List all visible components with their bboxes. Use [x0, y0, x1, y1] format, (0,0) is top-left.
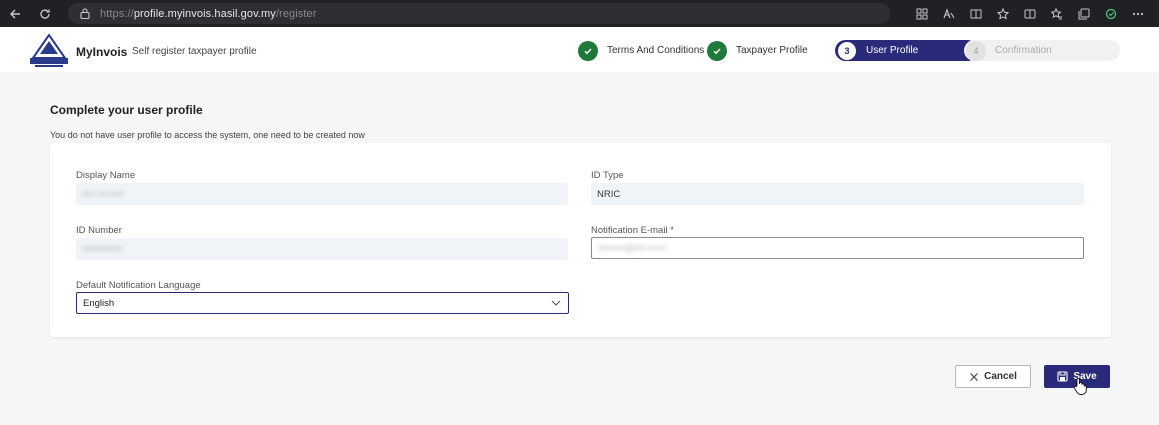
chevron-down-icon [551, 300, 561, 306]
step-taxpayer-profile: Taxpayer Profile [707, 40, 808, 61]
lock-icon [78, 7, 92, 21]
extension-icon[interactable] [1097, 0, 1124, 27]
close-icon [970, 372, 979, 381]
page-subtitle: Self register taxpayer profile [132, 46, 257, 57]
id-number-label: ID Number [76, 225, 122, 236]
check-icon [578, 40, 598, 61]
notification-email-label: Notification E-mail * [591, 225, 674, 236]
step-user-profile: 3 User Profile [835, 40, 979, 61]
url-text: https://profile.myinvois.hasil.gov.my/re… [100, 8, 317, 20]
step-label: Terms And Conditions [607, 45, 705, 56]
url-scheme: https:// [100, 7, 134, 20]
url-host: profile.myinvois.hasil.gov.my [133, 7, 276, 20]
favorites-icon[interactable] [1043, 0, 1070, 27]
default-language-select[interactable]: English [76, 292, 569, 314]
address-bar[interactable]: https://profile.myinvois.hasil.gov.my/re… [68, 3, 890, 24]
id-number-field: •••••••••••• [76, 238, 568, 260]
step-label: Confirmation [995, 45, 1052, 56]
step-terms-and-conditions: Terms And Conditions [578, 40, 704, 61]
step-label: User Profile [866, 45, 919, 56]
id-number-value: •••••••••••• [82, 243, 122, 255]
cancel-label: Cancel [984, 371, 1017, 382]
browser-extension-icons [908, 0, 1151, 27]
id-type-value: NRIC [597, 188, 621, 200]
url-path: /register [275, 7, 317, 20]
collections-icon[interactable] [1070, 0, 1097, 27]
notification-email-input[interactable]: ••••••••@•••.•••.•• [591, 237, 1084, 259]
display-name-field: •••• ••• •••• [76, 183, 568, 205]
step-confirmation: 4 Confirmation [964, 40, 1120, 61]
id-type-label: ID Type [591, 170, 624, 181]
save-disk-icon [1057, 371, 1068, 382]
lhdn-logo [28, 33, 70, 68]
default-language-label: Default Notification Language [76, 280, 201, 291]
step-number: 4 [966, 40, 986, 61]
favorite-star-icon[interactable] [989, 0, 1016, 27]
id-type-field: NRIC [591, 183, 1084, 205]
display-name-value: •••• ••• •••• [82, 188, 124, 200]
read-aloud-icon[interactable] [935, 0, 962, 27]
display-name-label: Display Name [76, 170, 136, 181]
more-options-icon[interactable] [1124, 0, 1151, 27]
step-label: Taxpayer Profile [736, 45, 808, 56]
refresh-icon[interactable] [30, 0, 60, 27]
check-icon [707, 40, 727, 61]
notification-email-value: ••••••••@•••.•••.•• [598, 242, 667, 254]
back-icon[interactable] [0, 0, 30, 27]
default-language-value: English [83, 297, 115, 309]
split-screen-icon[interactable] [1016, 0, 1043, 27]
hand-cursor-icon [1073, 377, 1087, 395]
cancel-button[interactable]: Cancel [955, 365, 1031, 388]
apps-icon[interactable] [908, 0, 935, 27]
brand-name: MyInvois [76, 45, 128, 59]
step-number: 3 [837, 40, 857, 61]
immersive-reader-icon[interactable] [962, 0, 989, 27]
page-description: You do not have user profile to access t… [50, 130, 365, 140]
page-title: Complete your user profile [50, 103, 203, 117]
